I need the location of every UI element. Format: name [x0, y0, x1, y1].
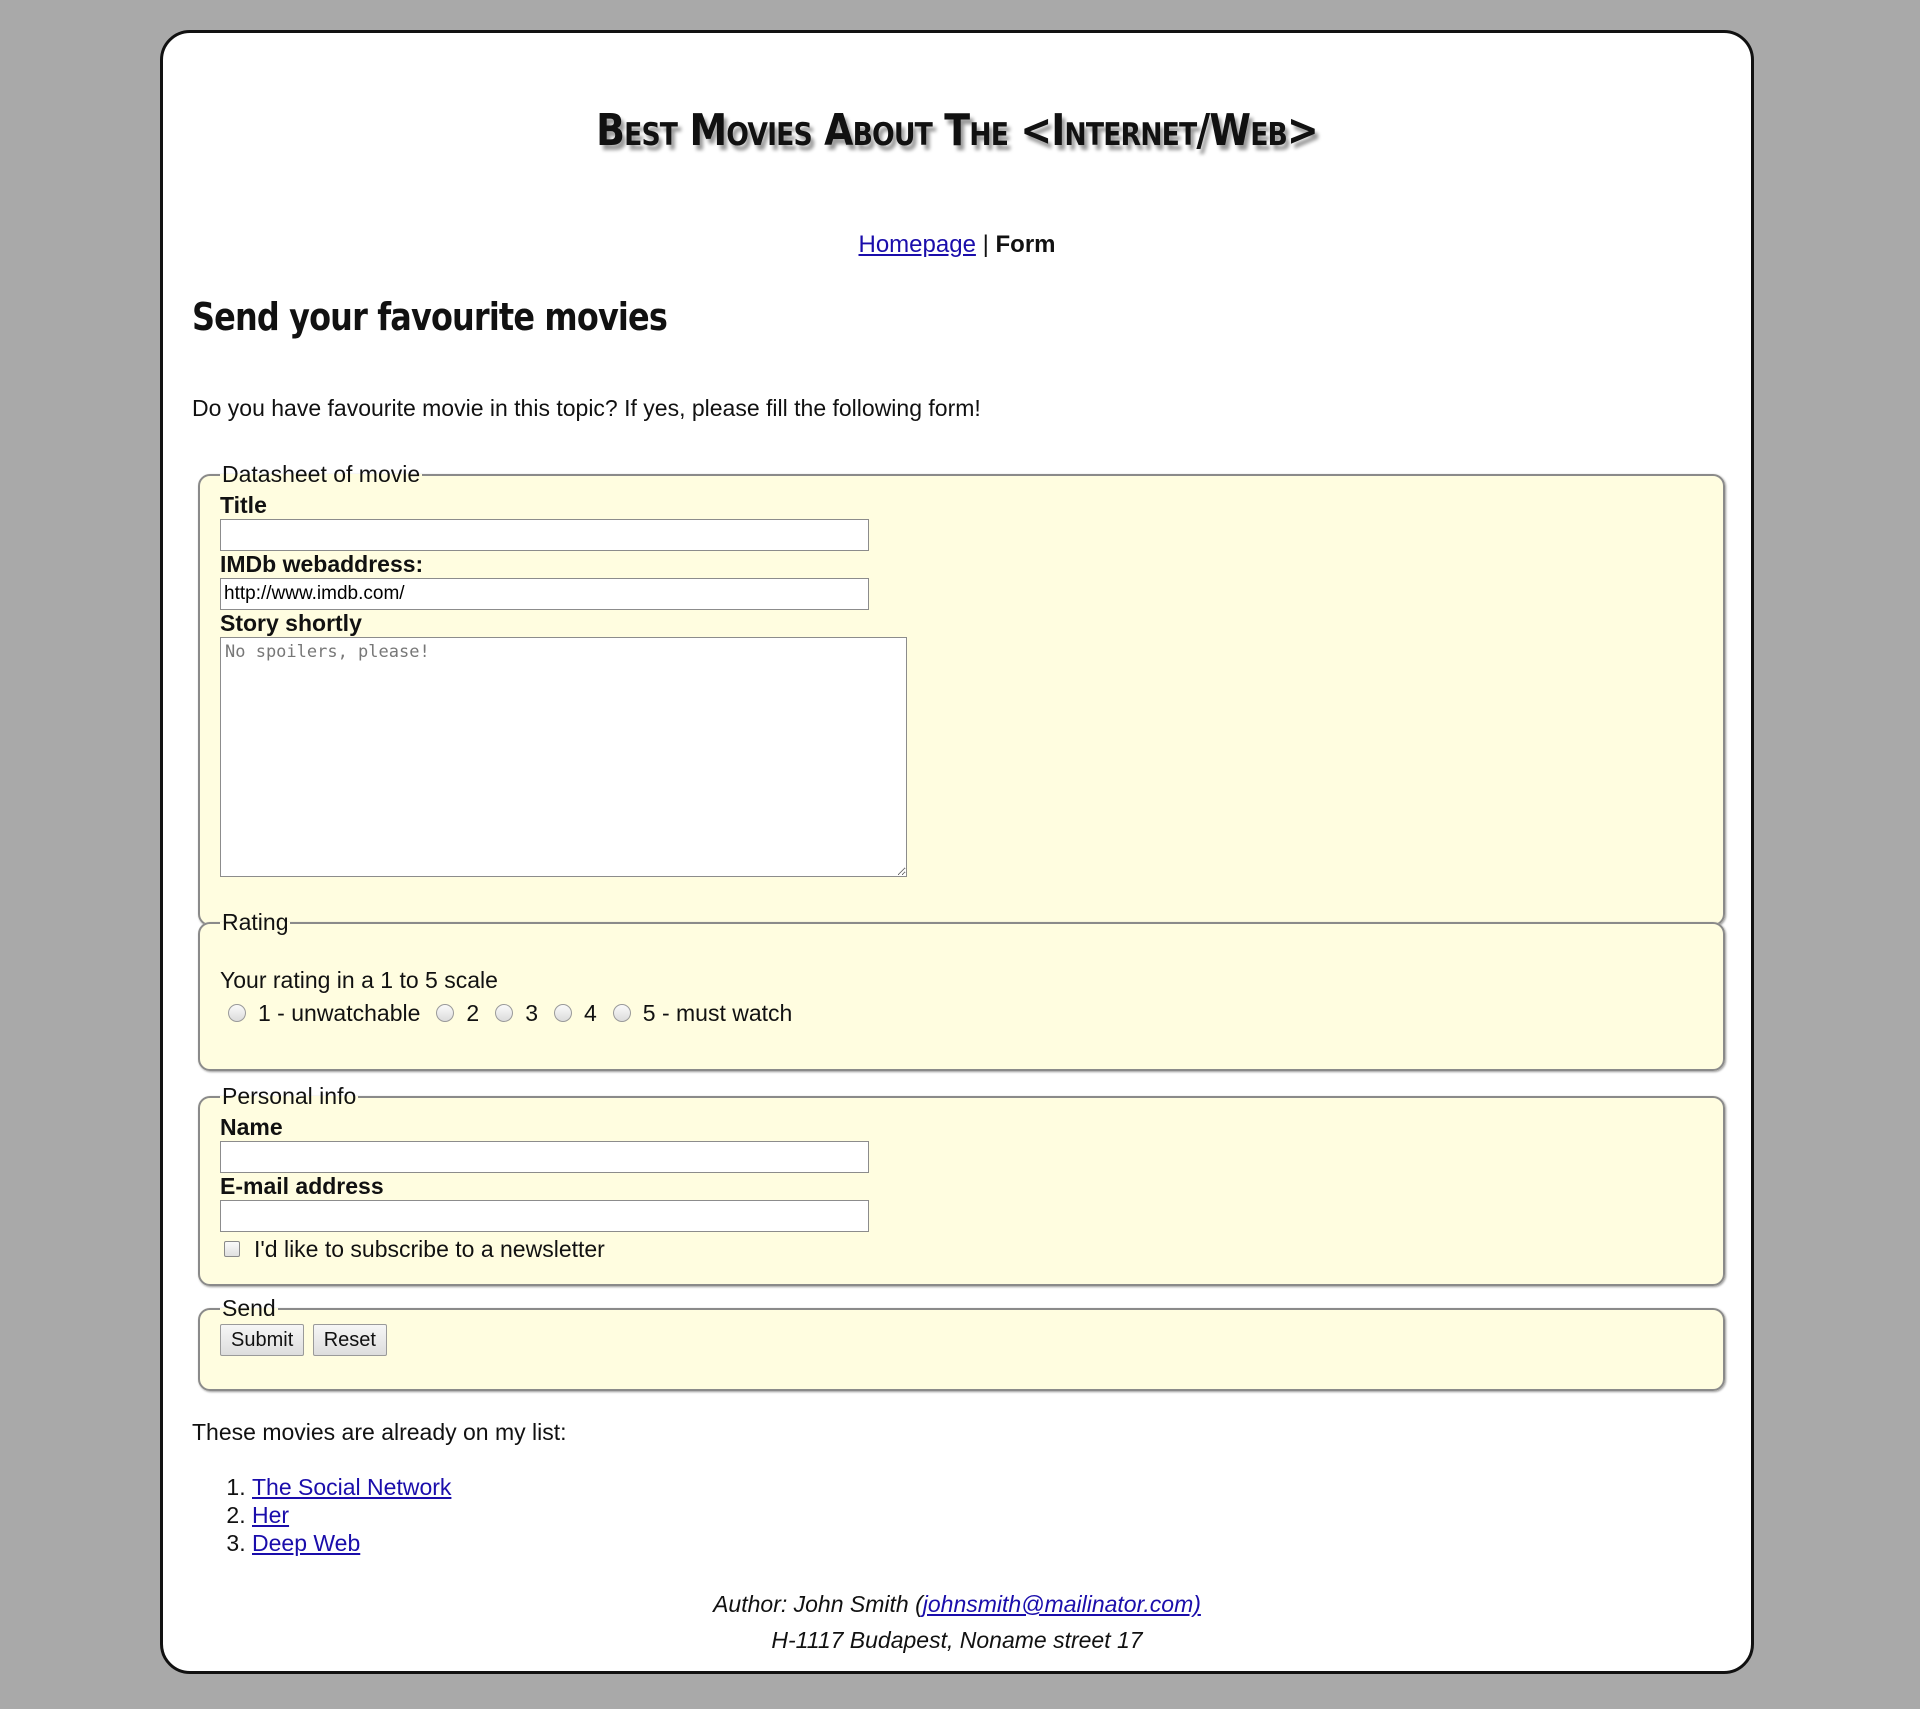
main-nav: Homepage | Form	[163, 231, 1751, 259]
nav-link-homepage[interactable]: Homepage	[859, 231, 976, 258]
datasheet-fieldset: Datasheet of movie Title IMDb webaddress…	[198, 461, 1725, 926]
author-email-link[interactable]: johnsmith@mailinator.com)	[923, 1591, 1201, 1617]
rating-options: 1 - unwatchable 2 3 4 5 - must watch	[220, 1000, 1703, 1027]
submit-button[interactable]: Submit	[220, 1324, 305, 1356]
personal-info-fieldset: Personal info Name E-mail address I'd li…	[198, 1083, 1725, 1286]
rating-radio-1[interactable]	[228, 1003, 246, 1022]
rating-option-label-5: 5 - must watch	[642, 1000, 793, 1026]
datasheet-legend: Datasheet of movie	[222, 461, 421, 487]
email-label: E-mail address	[220, 1173, 384, 1199]
imdb-label: IMDb webaddress:	[220, 551, 424, 577]
movie-list: The Social Network Her Deep Web	[192, 1473, 451, 1557]
site-title: Best Movies About The <Internet/Web>	[596, 105, 1319, 156]
movie-link-her[interactable]: Her	[252, 1502, 289, 1528]
rating-option-label-3: 3	[525, 1000, 538, 1026]
newsletter-row: I'd like to subscribe to a newsletter	[220, 1236, 1703, 1263]
send-buttons: Submit Reset	[220, 1324, 1703, 1356]
list-item: Deep Web	[252, 1529, 451, 1557]
footer: Author: John Smith (johnsmith@mailinator…	[163, 1586, 1751, 1658]
send-legend: Send	[222, 1295, 276, 1321]
newsletter-checkbox[interactable]	[224, 1240, 240, 1257]
movie-link-deep-web[interactable]: Deep Web	[252, 1530, 360, 1556]
rating-fieldset: Rating Your rating in a 1 to 5 scale 1 -…	[198, 909, 1725, 1071]
rating-radio-4[interactable]	[553, 1003, 572, 1022]
newsletter-label: I'd like to subscribe to a newsletter	[254, 1236, 605, 1262]
list-item: The Social Network	[252, 1473, 451, 1501]
title-label: Title	[220, 492, 267, 518]
name-label: Name	[220, 1114, 283, 1140]
rating-radio-3[interactable]	[495, 1003, 514, 1022]
already-listed-text: These movies are already on my list:	[192, 1419, 567, 1445]
rating-radio-2[interactable]	[436, 1003, 455, 1022]
story-textarea[interactable]	[220, 637, 907, 877]
movie-link-social-network[interactable]: The Social Network	[252, 1474, 451, 1500]
nav-separator: |	[982, 231, 989, 258]
rating-prompt: Your rating in a 1 to 5 scale	[220, 967, 498, 993]
page-container: Best Movies About The <Internet/Web> Hom…	[160, 30, 1754, 1674]
story-label: Story shortly	[220, 610, 362, 636]
page-heading: Send your favourite movies	[192, 295, 668, 339]
nav-current-form: Form	[995, 231, 1056, 258]
footer-author: Author: John Smith (johnsmith@mailinator…	[163, 1586, 1751, 1622]
personal-info-legend: Personal info	[222, 1083, 357, 1109]
footer-address: H-1117 Budapest, Noname street 17	[771, 1627, 1143, 1653]
rating-option-label-1: 1 - unwatchable	[258, 1000, 421, 1026]
rating-legend: Rating	[222, 909, 289, 935]
intro-text: Do you have favourite movie in this topi…	[192, 395, 981, 421]
name-input[interactable]	[220, 1141, 869, 1173]
send-fieldset: Send Submit Reset	[198, 1295, 1725, 1391]
email-input[interactable]	[220, 1200, 869, 1232]
rating-radio-5[interactable]	[612, 1003, 631, 1022]
author-text: Author: John Smith (	[713, 1591, 923, 1617]
rating-option-label-2: 2	[466, 1000, 480, 1026]
reset-button[interactable]: Reset	[312, 1324, 387, 1356]
imdb-input[interactable]	[220, 578, 869, 610]
title-input[interactable]	[220, 519, 869, 551]
rating-option-label-4: 4	[583, 1000, 597, 1026]
list-item: Her	[252, 1501, 451, 1529]
